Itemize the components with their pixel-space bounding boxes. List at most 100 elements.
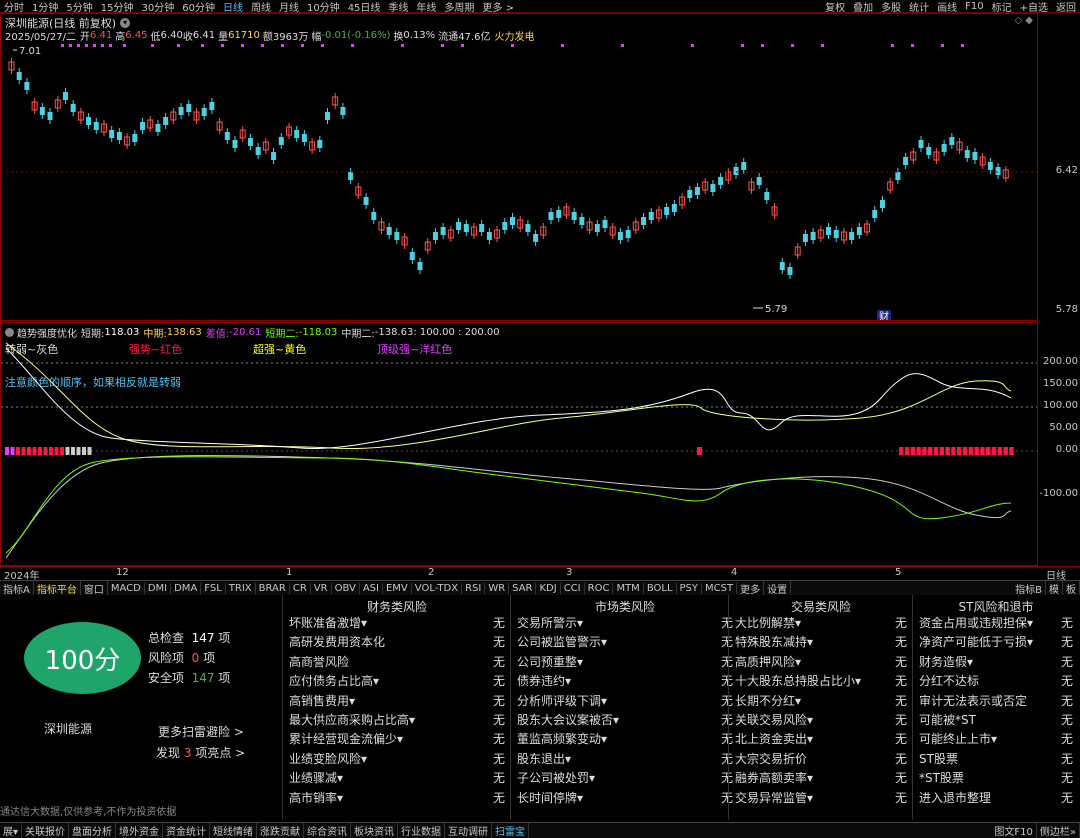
indicator-tab[interactable]: WR	[485, 582, 510, 594]
risk-item[interactable]: 特殊股东减持▾ 无	[729, 633, 913, 652]
indicator-tab[interactable]: BOLL	[644, 582, 677, 594]
indicator-tab[interactable]: MCST	[702, 582, 738, 594]
risk-item[interactable]: 十大股东总持股占比小▾ 无	[729, 672, 913, 691]
bottom-tab[interactable]: 扫雷宝	[492, 823, 530, 838]
highlights-link[interactable]: 发现 3 项亮点 >	[156, 744, 245, 761]
risk-item[interactable]: 子公司被处罚▾ 无	[511, 769, 739, 788]
risk-item[interactable]: 高商誉风险 无	[283, 653, 511, 672]
risk-item[interactable]: 高研发费用资本化 无	[283, 633, 511, 652]
bottom-right-btn[interactable]: 侧边栏»	[1037, 823, 1080, 838]
toolbar-btn[interactable]: F10	[965, 1, 983, 12]
period-tab[interactable]: 1分钟	[32, 0, 58, 14]
risk-item[interactable]: 高销售费用▾ 无	[283, 692, 511, 711]
indicator-tab-right[interactable]: 板	[1063, 580, 1080, 596]
risk-item[interactable]: 公司被监管警示▾ 无	[511, 633, 739, 652]
indicator-tab[interactable]: KDJ	[536, 582, 561, 594]
risk-item[interactable]: 最大供应商采购占比高▾ 无	[283, 711, 511, 730]
risk-item[interactable]: 累计经营现金流偏少▾ 无	[283, 730, 511, 749]
bottom-tab[interactable]: 境外资金	[116, 823, 164, 838]
risk-item[interactable]: 长期不分红▾ 无	[729, 692, 913, 711]
period-tab[interactable]: 60分钟	[182, 0, 215, 14]
period-tab[interactable]: 15分钟	[101, 0, 134, 14]
risk-item[interactable]: 交易异常监管▾ 无	[729, 789, 913, 808]
indicator-tab[interactable]: 指标A	[0, 580, 34, 596]
indicator-tab[interactable]: 更多	[737, 580, 765, 596]
risk-item[interactable]: 业绩变脸风险▾ 无	[283, 750, 511, 769]
indicator-panel[interactable]: 趋势强度优化 短期: 118.03 中期: 138.63 差值: -20.61 短期二…	[0, 322, 1038, 566]
bottom-tab[interactable]: 短线情绪	[210, 823, 258, 838]
indicator-tab[interactable]: BRAR	[256, 582, 290, 594]
bottom-tab[interactable]: 板块资讯	[351, 823, 399, 838]
period-tab[interactable]: 月线	[279, 0, 299, 14]
risk-item[interactable]: 股东退出▾ 无	[511, 750, 739, 769]
period-tab[interactable]: 周线	[251, 0, 271, 14]
toolbar-btn[interactable]: 叠加	[853, 0, 873, 14]
indicator-tab[interactable]: ROC	[585, 582, 614, 594]
bottom-tab[interactable]: 涨跌贡献	[257, 823, 305, 838]
indicator-tab[interactable]: EMV	[383, 582, 412, 594]
risk-item[interactable]: 高市销率▾ 无	[283, 789, 511, 808]
toolbar-btn[interactable]: 统计	[909, 0, 929, 14]
risk-item[interactable]: 应付债务占比高▾ 无	[283, 672, 511, 691]
period-tab[interactable]: 年线	[416, 0, 436, 14]
risk-item[interactable]: 净资产可能低于亏损▾ 无	[913, 633, 1079, 652]
indicator-tab[interactable]: MACD	[108, 582, 145, 594]
period-tab[interactable]: 分时	[4, 0, 24, 14]
indicator-tab-right[interactable]: 指标B	[1012, 580, 1046, 596]
risk-item[interactable]: 业绩骤减▾ 无	[283, 769, 511, 788]
risk-item[interactable]: 长时间停牌▾ 无	[511, 789, 739, 808]
period-tab[interactable]: 30分钟	[141, 0, 174, 14]
risk-item[interactable]: 分析师评级下调▾ 无	[511, 692, 739, 711]
indicator-tab[interactable]: SAR	[509, 582, 537, 594]
period-tab[interactable]: 5分钟	[66, 0, 92, 14]
indicator-tab[interactable]: 设置	[764, 580, 792, 596]
bottom-tab[interactable]: 资金统计	[163, 823, 211, 838]
risk-item[interactable]: 股东大会议案被否▾ 无	[511, 711, 739, 730]
risk-item[interactable]: 可能终止上市▾ 无	[913, 730, 1079, 749]
bottom-tab[interactable]: 综合资讯	[304, 823, 352, 838]
period-more[interactable]: 更多 >	[482, 0, 514, 14]
indicator-tab[interactable]: 窗口	[81, 580, 108, 596]
indicator-tab[interactable]: PSY	[677, 582, 703, 594]
indicator-tab-right[interactable]: 模	[1046, 580, 1063, 596]
indicator-tab[interactable]: TRIX	[226, 582, 256, 594]
indicator-tab[interactable]: FSL	[201, 582, 226, 594]
indicator-tab[interactable]: ASI	[360, 582, 383, 594]
risk-item[interactable]: 关联交易风险▾ 无	[729, 711, 913, 730]
period-tab[interactable]: 45日线	[348, 0, 381, 14]
indicator-tab[interactable]: CCI	[561, 582, 585, 594]
toolbar-btn[interactable]: +自选	[1020, 0, 1048, 14]
risk-item[interactable]: 大比例解禁▾ 无	[729, 614, 913, 633]
indicator-tab[interactable]: RSI	[462, 582, 486, 594]
price-chart-panel[interactable]: 深圳能源(日线 前复权) ▾ ◇ ◆ 2025/05/27/二 开 6.41 高6…	[0, 13, 1038, 321]
toolbar-btn[interactable]: 画线	[937, 0, 957, 14]
risk-item[interactable]: 进入退市整理 无	[913, 789, 1079, 808]
risk-item[interactable]: 分红不达标 无	[913, 672, 1079, 691]
indicator-tab[interactable]: DMA	[171, 582, 202, 594]
risk-item[interactable]: 大宗交易折价 无	[729, 750, 913, 769]
period-tab[interactable]: 10分钟	[307, 0, 340, 14]
indicator-tab[interactable]: MTM	[613, 582, 644, 594]
bottom-tab[interactable]: 行业数据	[398, 823, 446, 838]
toolbar-btn[interactable]: 复权	[825, 0, 845, 14]
risk-item[interactable]: 北上资金卖出▾ 无	[729, 730, 913, 749]
risk-item[interactable]: *ST股票 无	[913, 769, 1079, 788]
risk-item[interactable]: 公司预重整▾ 无	[511, 653, 739, 672]
risk-item[interactable]: 可能被*ST 无	[913, 711, 1079, 730]
indicator-tab[interactable]: OBV	[332, 582, 360, 594]
bottom-tab[interactable]: 盘面分析	[69, 823, 117, 838]
toolbar-btn[interactable]: 返回	[1056, 0, 1076, 14]
risk-item[interactable]: 审计无法表示或否定 无	[913, 692, 1079, 711]
risk-item[interactable]: 资金占用或违规担保▾ 无	[913, 614, 1079, 633]
indicator-tab[interactable]: VOL-TDX	[412, 582, 463, 594]
risk-item[interactable]: 融券高额卖率▾ 无	[729, 769, 913, 788]
bottom-tab[interactable]: 互动调研	[445, 823, 493, 838]
indicator-tab[interactable]: VR	[311, 582, 332, 594]
risk-item[interactable]: 债券违约▾ 无	[511, 672, 739, 691]
indicator-tab[interactable]: DMI	[145, 582, 172, 594]
bottom-tab[interactable]: 关联报价	[22, 823, 70, 838]
period-tab[interactable]: 季线	[388, 0, 408, 14]
risk-item[interactable]: 高质押风险▾ 无	[729, 653, 913, 672]
more-scan-link[interactable]: 更多扫雷避险 >	[158, 723, 244, 740]
bottom-right-btn[interactable]: 图文F10	[991, 823, 1037, 838]
